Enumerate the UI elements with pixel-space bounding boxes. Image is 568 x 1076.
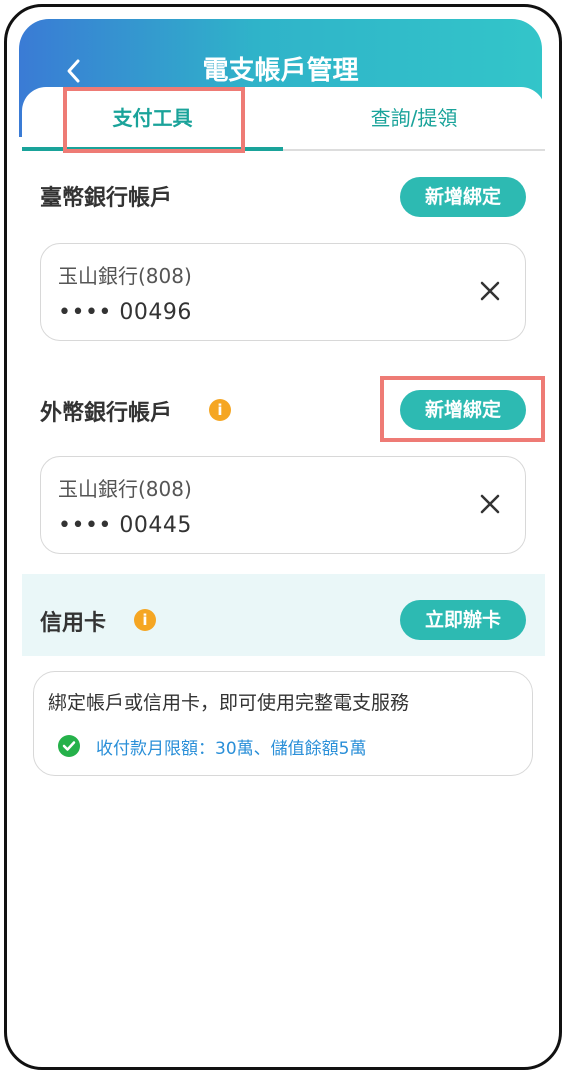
check-circle-icon	[58, 735, 80, 757]
page-title: 電支帳戶管理	[202, 56, 359, 86]
credit-section-title: 信用卡	[40, 611, 107, 636]
limit-text: 收付款月限額：30萬、儲值餘額5萬	[96, 739, 367, 759]
twd-account-number: •••• 00496	[58, 300, 192, 325]
fx-account-number: •••• 00445	[58, 513, 192, 538]
twd-section-title: 臺幣銀行帳戶	[40, 186, 173, 211]
notice-text: 綁定帳戶或信用卡，即可使用完整電支服務	[48, 692, 410, 714]
info-icon[interactable]: i	[134, 609, 156, 631]
tab-query-withdraw[interactable]: 查詢/提領	[283, 87, 545, 149]
fx-section-title: 外幣銀行帳戶	[40, 401, 173, 426]
close-icon[interactable]	[477, 491, 503, 517]
add-twd-account-button[interactable]: 新增綁定	[400, 177, 526, 217]
twd-bank-name: 玉山銀行(808)	[58, 264, 192, 288]
fx-bank-name: 玉山銀行(808)	[58, 477, 192, 501]
apply-card-button[interactable]: 立即辦卡	[400, 600, 526, 640]
twd-account-card: 玉山銀行(808) •••• 00496	[40, 243, 526, 341]
highlight-box-add-fx	[380, 376, 545, 442]
close-icon[interactable]	[477, 278, 503, 304]
info-icon[interactable]: i	[209, 399, 231, 421]
highlight-box-tab	[63, 87, 245, 153]
fx-account-card: 玉山銀行(808) •••• 00445	[40, 456, 526, 554]
notice-card: 綁定帳戶或信用卡，即可使用完整電支服務 收付款月限額：30萬、儲值餘額5萬	[33, 671, 533, 776]
credit-card-section: 信用卡 i 立即辦卡	[22, 574, 545, 656]
